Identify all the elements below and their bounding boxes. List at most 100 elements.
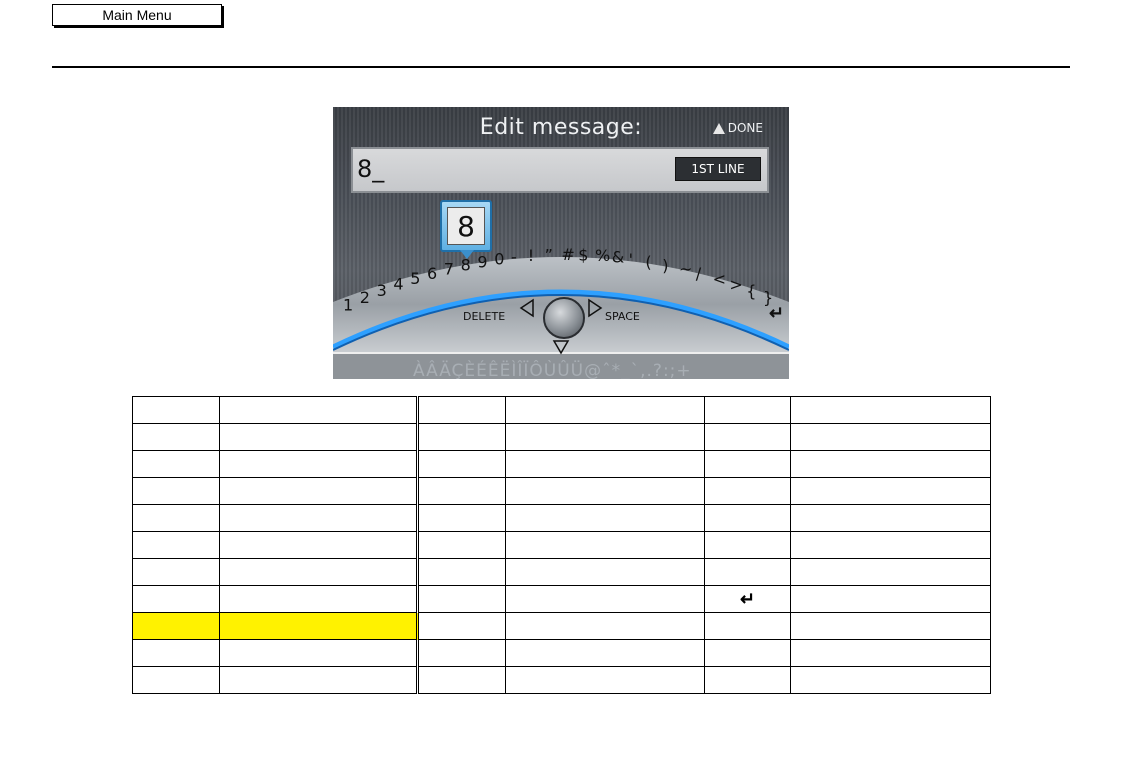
table-row [132,450,991,478]
table-cell [417,558,506,586]
arc-char[interactable]: ! [528,246,534,265]
table-cell [505,450,705,478]
arc-char[interactable]: 3 [377,281,387,300]
main-menu-button[interactable]: Main Menu [52,4,222,26]
table-cell [132,504,220,532]
arc-char[interactable]: 0 [494,250,504,269]
table-cell [704,666,791,694]
table-row [132,666,991,694]
table-cell [704,450,791,478]
table-row: ↵ [132,585,991,613]
table-cell: ↵ [704,585,791,613]
table-cell [505,504,705,532]
table-cell [132,639,220,667]
arc-char[interactable]: ~ [679,260,692,279]
table-cell [790,423,991,451]
table-cell [132,477,220,505]
arc-char[interactable]: { [746,281,756,300]
table-cell [132,585,220,613]
triangle-down-icon [552,340,570,355]
table-cell [219,612,419,640]
arc-char[interactable]: # [561,245,574,264]
table-cell [790,585,991,613]
table-row [132,558,991,586]
table-row [132,612,991,640]
table-row [132,477,991,505]
table-cell [219,666,419,694]
table-cell [219,531,419,559]
table-cell [790,531,991,559]
table-cell [132,423,220,451]
table-cell [505,639,705,667]
table-cell [790,396,991,424]
left-arrow-icon[interactable] [519,298,534,318]
table-row [132,504,991,532]
table-cell [417,585,506,613]
edit-message-screen: Edit message: DONE 8_ 1ST LINE 8 1234567… [333,107,789,379]
table-cell [132,558,220,586]
table-cell [219,558,419,586]
arc-char[interactable]: $ [578,245,588,264]
arc-char[interactable]: / [696,264,702,283]
arc-char[interactable]: - [511,248,517,267]
table-cell [219,585,419,613]
key-table: ↵ [132,396,991,694]
table-cell [132,612,220,640]
table-cell [704,531,791,559]
table-cell [505,612,705,640]
arc-char[interactable]: 8 [461,256,471,275]
table-cell [704,612,791,640]
enter-key-icon[interactable]: ↵ [769,303,784,323]
table-cell [505,585,705,613]
table-cell [219,504,419,532]
table-cell [505,666,705,694]
accent-char-row[interactable]: ÀÂÄÇÈÉÊËÌÎÏÔÙÛÜ@ˆ*_`,.?:;+ [413,361,692,379]
arc-char[interactable]: ( [645,253,651,272]
table-cell [219,639,419,667]
table-cell [505,477,705,505]
table-cell [219,396,419,424]
arc-char[interactable]: 4 [393,275,403,294]
space-label[interactable]: SPACE [605,310,640,323]
table-cell [505,558,705,586]
table-cell [417,612,506,640]
table-cell [704,396,791,424]
table-cell [790,477,991,505]
arc-char[interactable]: > [729,275,742,294]
enter-icon: ↵ [739,588,756,609]
arc-char[interactable]: 5 [410,269,420,288]
right-arrow-icon[interactable] [588,298,603,318]
arc-char[interactable]: 2 [360,288,370,307]
table-cell [790,612,991,640]
arc-char[interactable]: 7 [444,260,454,279]
table-row [132,423,991,451]
arc-char[interactable]: 9 [477,252,487,271]
table-cell [417,477,506,505]
table-cell [417,531,506,559]
table-cell [219,450,419,478]
arc-char[interactable]: ” [545,245,553,264]
table-cell [505,531,705,559]
table-cell [704,558,791,586]
table-cell [219,477,419,505]
table-cell [790,558,991,586]
table-cell [219,423,419,451]
table-cell [417,396,506,424]
table-cell [704,423,791,451]
arc-char[interactable]: < [713,269,726,288]
header-rule [52,66,1070,68]
table-row [132,531,991,559]
arc-char[interactable]: & [612,248,624,267]
table-cell [704,639,791,667]
table-cell [505,396,705,424]
joystick-knob[interactable] [543,297,585,339]
arc-char[interactable]: 1 [343,295,353,314]
arc-char[interactable]: ) [662,256,668,275]
arc-char[interactable]: % [595,246,610,265]
arc-char[interactable]: 6 [427,264,437,283]
table-cell [704,477,791,505]
arc-char[interactable]: ' [629,250,633,269]
table-cell [417,639,506,667]
delete-label[interactable]: DELETE [463,310,505,323]
table-cell [132,666,220,694]
